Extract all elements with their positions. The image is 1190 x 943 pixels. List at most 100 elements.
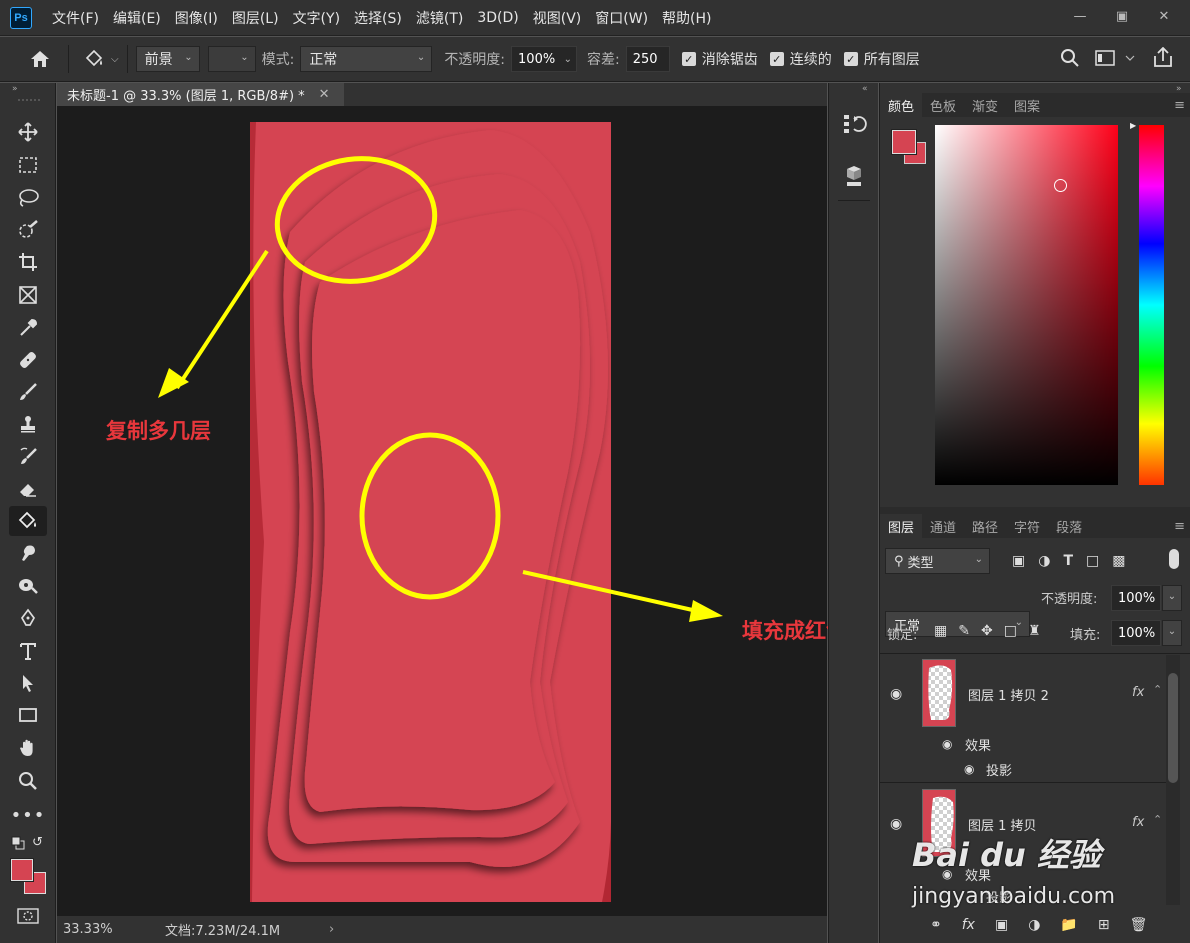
lock-position-icon[interactable]: ✥: [981, 623, 993, 639]
tolerance-input[interactable]: 250: [625, 46, 670, 72]
quick-mask-icon[interactable]: [17, 908, 39, 928]
healing-brush-tool-icon[interactable]: [9, 345, 47, 375]
add-style-icon[interactable]: fx: [962, 917, 975, 933]
default-colors-icon[interactable]: [11, 836, 25, 854]
hand-tool-icon[interactable]: [9, 733, 47, 763]
eyedropper-tool-icon[interactable]: [9, 313, 47, 343]
fx-icon[interactable]: fx: [1132, 685, 1144, 700]
maximize-icon[interactable]: ▣: [1110, 6, 1134, 26]
frame-tool-icon[interactable]: [9, 280, 47, 310]
filter-adjustment-icon[interactable]: ◑: [1038, 553, 1050, 569]
filter-shape-icon[interactable]: □: [1086, 553, 1099, 569]
tab-paragraph[interactable]: 段落: [1048, 514, 1090, 538]
menu-3d[interactable]: 3D(D): [470, 10, 525, 26]
effects-eye-icon[interactable]: ◉: [942, 737, 952, 751]
dodge-tool-icon[interactable]: [9, 571, 47, 601]
type-tool-icon[interactable]: [9, 636, 47, 666]
clone-stamp-tool-icon[interactable]: [9, 409, 47, 439]
home-icon[interactable]: [20, 50, 60, 68]
fill-source-select[interactable]: 前景 ⌄: [135, 46, 200, 72]
panel-menu-icon[interactable]: ≡: [1174, 98, 1185, 113]
smudge-tool-icon[interactable]: [9, 538, 47, 568]
panel-grip[interactable]: [18, 99, 40, 101]
tab-color[interactable]: 颜色: [880, 93, 923, 117]
paint-bucket-tool-icon[interactable]: [9, 506, 47, 536]
color-picker-handle[interactable]: [1054, 179, 1067, 192]
document-tab[interactable]: 未标题-1 @ 33.3% (图层 1, RGB/8#) * ✕: [57, 83, 344, 106]
swap-colors-icon[interactable]: ↺: [32, 835, 43, 850]
menu-filter[interactable]: 滤镜(T): [409, 8, 470, 28]
crop-tool-icon[interactable]: [9, 247, 47, 277]
scrollbar-thumb[interactable]: [1168, 673, 1178, 783]
effect-eye-icon[interactable]: ◉: [964, 762, 974, 776]
move-tool-icon[interactable]: [9, 117, 47, 147]
tab-paths[interactable]: 路径: [964, 514, 1006, 538]
tab-patterns[interactable]: 图案: [1006, 93, 1048, 117]
fill-input[interactable]: 100%: [1111, 620, 1161, 646]
panel-menu-icon[interactable]: ≡: [1174, 519, 1185, 534]
workspace-icon[interactable]: [1095, 49, 1135, 71]
delete-layer-icon[interactable]: 🗑: [1130, 917, 1148, 933]
zoom-tool-icon[interactable]: [9, 766, 47, 796]
menu-help[interactable]: 帮助(H): [655, 8, 718, 28]
new-adjustment-icon[interactable]: ◑: [1028, 917, 1040, 933]
lock-artboard-icon[interactable]: □: [1004, 623, 1017, 639]
search-icon[interactable]: [1060, 48, 1080, 72]
menu-view[interactable]: 视图(V): [526, 8, 589, 28]
visibility-eye-icon[interactable]: ◉: [890, 686, 902, 702]
eraser-tool-icon[interactable]: [9, 474, 47, 504]
menu-edit[interactable]: 编辑(E): [106, 8, 168, 28]
link-layers-icon[interactable]: ⚭: [930, 917, 942, 933]
rectangle-tool-icon[interactable]: [9, 700, 47, 730]
layers-scrollbar[interactable]: [1166, 655, 1180, 905]
opacity-input[interactable]: 100% ⌄: [511, 46, 578, 72]
pen-tool-icon[interactable]: [9, 603, 47, 633]
document-info[interactable]: 文档:7.23M/24.1M: [165, 920, 325, 939]
layer-name[interactable]: 图层 1 拷贝 2: [968, 685, 1049, 704]
filter-pixel-icon[interactable]: ▣: [1012, 553, 1025, 569]
path-selection-tool-icon[interactable]: [9, 668, 47, 698]
new-group-icon[interactable]: 📁: [1060, 917, 1077, 933]
lock-pixels-icon[interactable]: ✎: [958, 623, 970, 639]
foreground-color-swatch[interactable]: [10, 858, 34, 882]
history-panel-icon[interactable]: [841, 111, 867, 141]
menu-file[interactable]: 文件(F): [45, 8, 106, 28]
effect-name[interactable]: 投影: [986, 760, 1012, 779]
tab-swatches[interactable]: 色板: [922, 93, 964, 117]
history-brush-tool-icon[interactable]: [9, 442, 47, 472]
zoom-level[interactable]: 33.33%: [63, 922, 117, 937]
all-layers-checkbox[interactable]: ✓: [843, 52, 858, 66]
pattern-picker[interactable]: ⌄: [207, 46, 256, 72]
more-tools-icon[interactable]: •••: [9, 800, 47, 830]
menu-image[interactable]: 图像(I): [168, 8, 225, 28]
layer-row[interactable]: ◉ 图层 1 拷贝 2 fx ⌃ ◉ 效果 ◉ 投影: [880, 655, 1166, 782]
close-icon[interactable]: ✕: [1152, 6, 1176, 26]
tab-character[interactable]: 字符: [1006, 514, 1048, 538]
layer-opacity-input[interactable]: 100%: [1111, 585, 1161, 611]
layer-thumbnail[interactable]: [922, 659, 956, 727]
chevron-up-icon[interactable]: ⌃: [1153, 683, 1162, 696]
paint-bucket-tool-preset-icon[interactable]: ⌵: [83, 49, 119, 69]
add-mask-icon[interactable]: ▣: [995, 917, 1008, 933]
3d-panel-icon[interactable]: [841, 163, 867, 193]
filter-type-icon[interactable]: T: [1063, 553, 1073, 569]
marquee-tool-icon[interactable]: [9, 150, 47, 180]
quick-selection-tool-icon[interactable]: [9, 215, 47, 245]
chevron-down-icon[interactable]: ⌄: [1162, 620, 1182, 646]
minimize-icon[interactable]: —: [1068, 6, 1092, 26]
menu-select[interactable]: 选择(S): [347, 8, 409, 28]
new-layer-icon[interactable]: ⊞: [1098, 917, 1110, 933]
menu-window[interactable]: 窗口(W): [588, 8, 655, 28]
chevron-right-icon[interactable]: ›: [329, 922, 334, 937]
antialias-checkbox[interactable]: ✓: [681, 52, 696, 66]
collapse-icon[interactable]: »: [12, 84, 18, 94]
brush-tool-icon[interactable]: [9, 377, 47, 407]
filter-smart-object-icon[interactable]: ▩: [1112, 553, 1125, 569]
tab-gradients[interactable]: 渐变: [964, 93, 1006, 117]
lock-transparent-icon[interactable]: ▦: [934, 623, 947, 639]
menu-type[interactable]: 文字(Y): [286, 8, 347, 28]
fx-icon[interactable]: fx: [1132, 815, 1144, 830]
color-field[interactable]: [935, 125, 1118, 485]
share-icon[interactable]: [1152, 46, 1174, 73]
lock-all-icon[interactable]: ♜: [1028, 623, 1041, 639]
